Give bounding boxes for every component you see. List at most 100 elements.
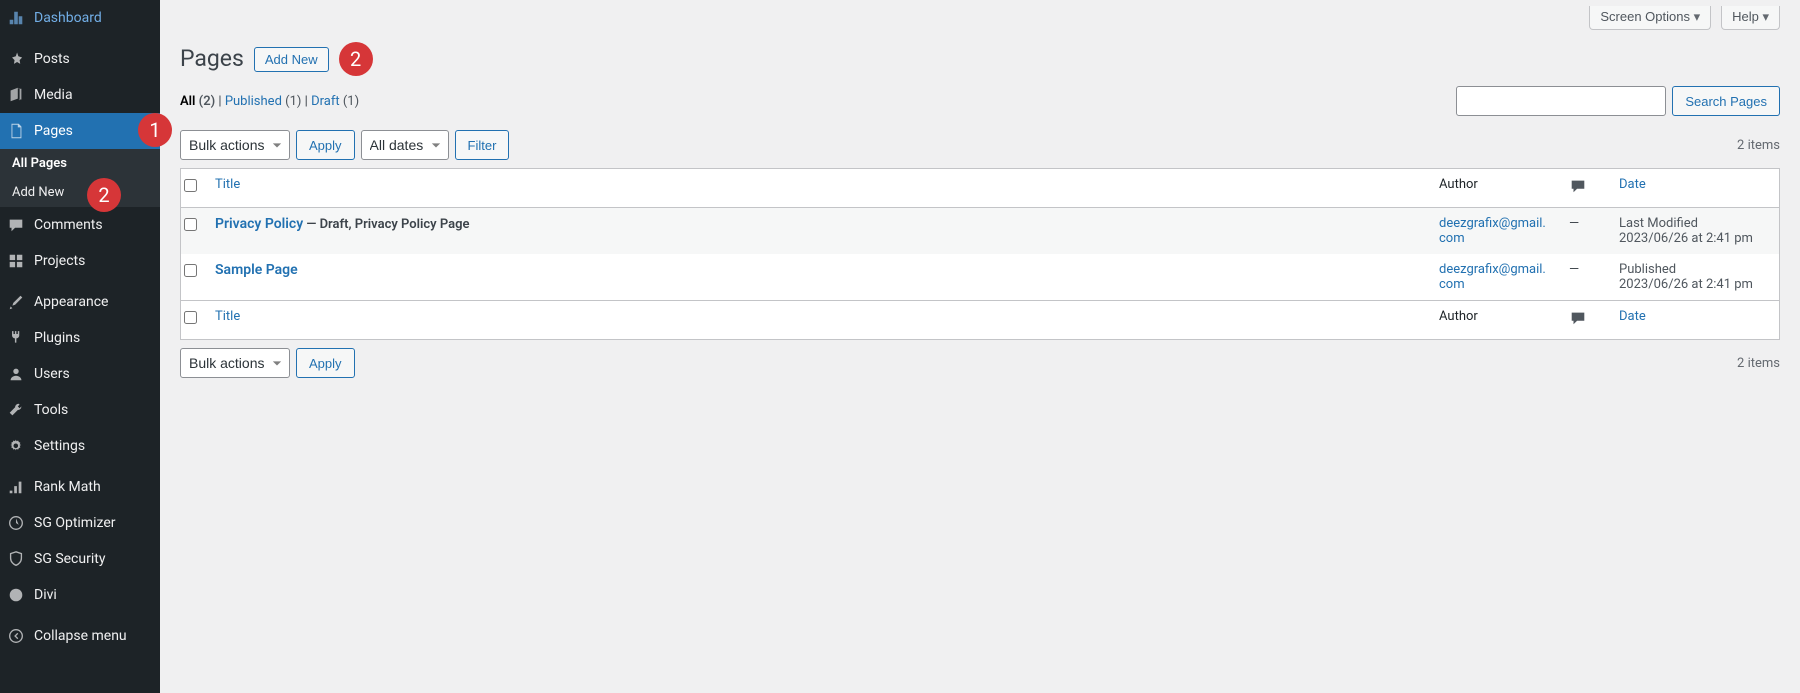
- sidebar-item-media[interactable]: Media: [0, 77, 160, 113]
- dashboard-icon: [6, 8, 26, 28]
- author-link[interactable]: deezgrafix@gmail.com: [1439, 262, 1546, 292]
- col-footer-date[interactable]: Date: [1609, 300, 1779, 339]
- col-header-author[interactable]: Author: [1429, 169, 1559, 208]
- submenu-all-pages[interactable]: All Pages: [0, 149, 160, 178]
- sidebar-label: SG Security: [34, 551, 105, 567]
- sidebar-item-pages[interactable]: Pages 1: [0, 113, 160, 149]
- submenu-add-new[interactable]: Add New 2: [0, 178, 160, 207]
- row-title-link[interactable]: Sample Page: [215, 262, 298, 278]
- sidebar-item-projects[interactable]: Projects: [0, 243, 160, 279]
- apply-button-top[interactable]: Apply: [296, 130, 355, 160]
- col-footer-comments[interactable]: [1559, 300, 1609, 339]
- sidebar-label: Posts: [34, 51, 70, 67]
- bulk-actions-select-bottom[interactable]: Bulk actions: [180, 348, 290, 378]
- search-button[interactable]: Search Pages: [1672, 86, 1780, 116]
- row-title-link[interactable]: Privacy Policy: [215, 216, 303, 232]
- dates-filter-select[interactable]: All dates: [361, 130, 449, 160]
- col-footer-author[interactable]: Author: [1429, 300, 1559, 339]
- settings-icon: [6, 436, 26, 456]
- sidebar-item-settings[interactable]: Settings: [0, 428, 160, 464]
- date-value: 2023/06/26 at 2:41 pm: [1619, 231, 1753, 246]
- sidebar-label: Settings: [34, 438, 85, 454]
- users-icon: [6, 364, 26, 384]
- pin-icon: [6, 49, 26, 69]
- add-new-button[interactable]: Add New: [254, 47, 329, 72]
- filter-draft[interactable]: Draft (1): [311, 94, 359, 109]
- row-checkbox[interactable]: [184, 218, 197, 231]
- table-row: Privacy Policy — Draft, Privacy Policy P…: [181, 208, 1779, 254]
- admin-sidebar: Dashboard Posts Media Pages 1 All Pages …: [0, 0, 160, 693]
- sidebar-item-sgsecurity[interactable]: SG Security: [0, 541, 160, 577]
- comments-icon: [6, 215, 26, 235]
- tools-icon: [6, 400, 26, 420]
- select-all-bottom[interactable]: [184, 311, 197, 324]
- help-toggle[interactable]: Help: [1721, 6, 1780, 30]
- sidebar-label: Rank Math: [34, 479, 101, 495]
- divi-icon: [6, 585, 26, 605]
- date-status: Last Modified: [1619, 216, 1698, 231]
- screen-options-toggle[interactable]: Screen Options: [1589, 6, 1711, 30]
- submenu-label: Add New: [12, 185, 64, 200]
- filter-all[interactable]: All (2): [180, 94, 215, 109]
- col-header-comments[interactable]: [1559, 169, 1609, 208]
- brush-icon: [6, 292, 26, 312]
- sidebar-label: SG Optimizer: [34, 515, 115, 531]
- date-value: 2023/06/26 at 2:41 pm: [1619, 277, 1753, 292]
- annotation-badge-2: 2: [87, 178, 121, 212]
- author-link[interactable]: deezgrafix@gmail.com: [1439, 216, 1546, 246]
- col-footer-title[interactable]: Title: [205, 300, 1429, 339]
- sidebar-item-posts[interactable]: Posts: [0, 41, 160, 77]
- sidebar-item-tools[interactable]: Tools: [0, 392, 160, 428]
- col-header-title[interactable]: Title: [205, 169, 1429, 208]
- apply-button-bottom[interactable]: Apply: [296, 348, 355, 378]
- sidebar-label: Media: [34, 87, 73, 103]
- annotation-badge-3: 2: [339, 42, 373, 76]
- comments-count: —: [1569, 216, 1579, 231]
- pages-submenu: All Pages Add New 2: [0, 149, 160, 207]
- sidebar-label: Collapse menu: [34, 628, 127, 644]
- sgsecurity-icon: [6, 549, 26, 569]
- comment-bubble-icon: [1569, 177, 1587, 195]
- filter-button[interactable]: Filter: [455, 130, 510, 160]
- sidebar-label: Divi: [34, 587, 57, 603]
- rankmath-icon: [6, 477, 26, 497]
- sidebar-item-dashboard[interactable]: Dashboard: [0, 0, 160, 36]
- row-checkbox[interactable]: [184, 264, 197, 277]
- sidebar-label: Dashboard: [34, 10, 102, 26]
- sidebar-label: Plugins: [34, 330, 80, 346]
- pages-table: Title Author Date Privacy Policy — Draft…: [180, 168, 1780, 340]
- sidebar-label: Appearance: [34, 294, 108, 310]
- sidebar-label: Pages: [34, 123, 73, 139]
- sidebar-item-divi[interactable]: Divi: [0, 577, 160, 613]
- comments-count: —: [1569, 262, 1579, 277]
- status-filters: All (2) | Published (1) | Draft (1): [180, 94, 359, 109]
- search-box: Search Pages: [1456, 86, 1780, 116]
- media-icon: [6, 85, 26, 105]
- sidebar-item-rankmath[interactable]: Rank Math: [0, 469, 160, 505]
- sidebar-item-collapse[interactable]: Collapse menu: [0, 618, 160, 654]
- select-all-top[interactable]: [184, 179, 197, 192]
- date-status: Published: [1619, 262, 1676, 277]
- bulk-actions-select[interactable]: Bulk actions: [180, 130, 290, 160]
- pages-icon: [6, 121, 26, 141]
- sidebar-label: Comments: [34, 217, 103, 233]
- page-header: Pages Add New 2: [180, 30, 1780, 86]
- search-input[interactable]: [1456, 86, 1666, 116]
- comment-bubble-icon: [1569, 309, 1587, 327]
- sidebar-item-appearance[interactable]: Appearance: [0, 284, 160, 320]
- sidebar-label: Tools: [34, 402, 68, 418]
- sidebar-item-comments[interactable]: Comments: [0, 207, 160, 243]
- table-row: Sample Page deezgrafix@gmail.com — Publi…: [181, 254, 1779, 300]
- filter-published[interactable]: Published (1): [225, 94, 302, 109]
- page-title: Pages: [180, 44, 244, 74]
- collapse-icon: [6, 626, 26, 646]
- sidebar-item-users[interactable]: Users: [0, 356, 160, 392]
- col-header-date[interactable]: Date: [1609, 169, 1779, 208]
- sidebar-label: Projects: [34, 253, 85, 269]
- sidebar-label: Users: [34, 366, 70, 382]
- sidebar-item-sgoptimizer[interactable]: SG Optimizer: [0, 505, 160, 541]
- annotation-badge-1: 1: [138, 113, 172, 147]
- projects-icon: [6, 251, 26, 271]
- sidebar-item-plugins[interactable]: Plugins: [0, 320, 160, 356]
- items-count-bottom: 2 items: [1737, 356, 1780, 371]
